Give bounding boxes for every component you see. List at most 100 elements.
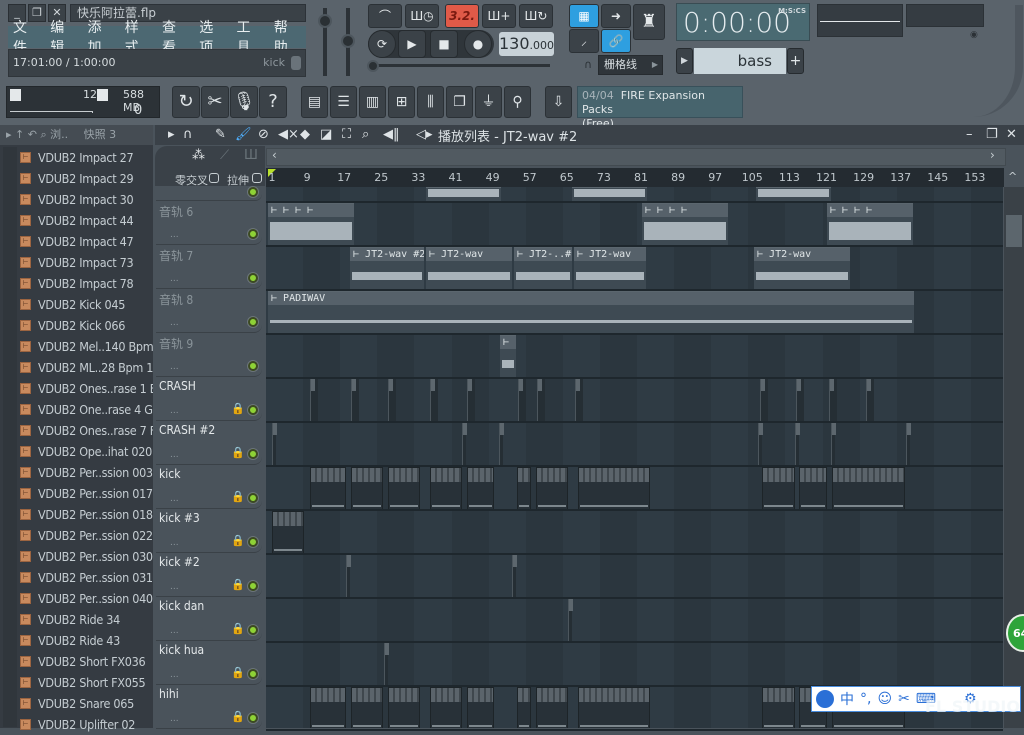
horizontal-scrollbar[interactable] <box>266 148 1006 166</box>
stop-button[interactable]: ■ <box>430 30 458 58</box>
news-panel[interactable]: 04/04 FIRE Expansion Packs (Free) <box>577 86 743 130</box>
track-enable-led[interactable] <box>248 669 258 679</box>
scroll-up-button[interactable]: ^ <box>1008 170 1017 183</box>
track-menu-icon[interactable]: ... <box>170 450 179 460</box>
lock-icon[interactable]: 🔒 <box>231 710 245 723</box>
track-header[interactable]: 音轨 8... <box>156 290 262 333</box>
magnet-icon[interactable]: ∩ <box>183 127 193 142</box>
undo-button[interactable]: ↻ <box>172 86 200 118</box>
track-header[interactable]: kick hua... 🔒 <box>156 642 262 685</box>
audio-clip[interactable]: ⊢ JT2-wav #2 <box>350 247 424 290</box>
pattern-clip[interactable] <box>578 687 650 728</box>
pattern-clip[interactable] <box>575 379 583 422</box>
browser-item[interactable]: ⊢ VDUB2 Per..ssion 040 <box>20 588 153 609</box>
ime-avatar-icon[interactable] <box>816 690 834 708</box>
pattern-clip[interactable] <box>795 423 800 466</box>
stretch-checkbox[interactable] <box>252 173 262 183</box>
scroll-corner-button[interactable] <box>1006 147 1024 166</box>
track-menu-icon[interactable]: ... <box>170 362 179 372</box>
vertical-scroll-thumb[interactable] <box>1006 215 1022 247</box>
browser-item[interactable]: ⊢ VDUB2 Per..ssion 017 <box>20 483 153 504</box>
pattern-clip[interactable] <box>467 687 494 728</box>
link-button[interactable]: 🔗 <box>601 29 631 53</box>
pattern-clip[interactable] <box>832 467 905 510</box>
browser-item[interactable]: ⊢ VDUB2 Snare 065 <box>20 693 153 714</box>
pattern-clip[interactable] <box>351 687 383 728</box>
ime-emoji-icon[interactable]: ☺ <box>877 691 892 707</box>
audio-clip[interactable]: ⊢ JT2-wav <box>426 247 512 290</box>
help-button[interactable]: ? <box>259 86 287 118</box>
browser-item[interactable]: ⊢ VDUB2 Ride 43 <box>20 630 153 651</box>
pattern-clip[interactable] <box>762 687 795 728</box>
audio-clip[interactable]: ⊢ JT2-wav <box>754 247 850 290</box>
delete-icon[interactable]: ⊘ <box>258 127 269 142</box>
track-header[interactable]: kick... 🔒 <box>156 466 262 509</box>
pattern-clip[interactable] <box>310 687 346 728</box>
mute-icon[interactable]: ◀× <box>278 127 299 142</box>
audio-clip[interactable] <box>572 187 647 201</box>
browser-item[interactable]: ⊢ VDUB2 Per..ssion 003 <box>20 462 153 483</box>
track-enable-led[interactable] <box>248 493 258 503</box>
lock-icon[interactable]: 🔒 <box>231 666 245 679</box>
pattern-clip[interactable] <box>462 423 467 466</box>
loop-record-button[interactable]: Ш↻ <box>519 4 553 28</box>
pattern-clip[interactable] <box>310 467 346 510</box>
footswitch-button[interactable]: ⸝ <box>569 29 599 53</box>
browser-item[interactable]: ⊢ VDUB2 Per..ssion 030 <box>20 546 153 567</box>
browser-item[interactable]: ⊢ VDUB2 Ope..ihat 020 <box>20 441 153 462</box>
pattern-clip[interactable] <box>829 379 837 422</box>
track-enable-led[interactable] <box>248 361 258 371</box>
track-menu-icon[interactable]: ... <box>170 494 179 504</box>
browser-item[interactable]: ⊢ VDUB2 Short FX055 <box>20 672 153 693</box>
pattern-clip[interactable] <box>388 379 396 422</box>
pattern-clip[interactable] <box>762 467 795 510</box>
track-header[interactable]: 音轨 9... <box>156 334 262 377</box>
track-menu-icon[interactable]: ... <box>170 714 179 724</box>
pattern-name[interactable]: bass <box>694 48 786 74</box>
audio-clip[interactable] <box>756 187 831 201</box>
pattern-clip[interactable] <box>272 511 304 554</box>
audio-clip[interactable]: ⊢ ⊢ ⊢ ⊢ <box>827 203 913 246</box>
slip-icon[interactable]: ◆ <box>300 127 310 142</box>
pattern-clip[interactable] <box>351 379 359 422</box>
metronome-button[interactable]: ⌒ <box>368 4 402 28</box>
plugin-database-button[interactable]: ⏚ <box>475 86 502 118</box>
track-menu-icon[interactable]: ... <box>170 626 179 636</box>
browser-item[interactable]: ⊢ VDUB2 Ones..rase 7 F <box>20 420 153 441</box>
pattern-clip[interactable] <box>906 423 911 466</box>
countdown-button[interactable]: 3.2. <box>445 4 479 28</box>
pattern-clip[interactable] <box>512 555 517 598</box>
lock-icon[interactable]: 🔒 <box>231 622 245 635</box>
track-enable-led[interactable] <box>248 713 258 723</box>
lock-icon[interactable]: 🔒 <box>231 402 245 415</box>
track-header[interactable]: kick #2... 🔒 <box>156 554 262 597</box>
knob-icon[interactable] <box>291 56 301 70</box>
piano-roll-button[interactable]: ▥ <box>359 86 386 118</box>
track-enable-led[interactable] <box>248 449 258 459</box>
track-enable-led[interactable] <box>248 187 258 197</box>
track-enable-led[interactable] <box>248 405 258 415</box>
pattern-clip[interactable] <box>467 467 494 510</box>
ime-scissors-icon[interactable]: ✂ <box>898 691 910 707</box>
back-icon[interactable]: ↶ <box>28 128 37 141</box>
pattern-clip[interactable] <box>517 687 531 728</box>
snap-selector[interactable]: 栅格线 ▶ <box>598 55 663 75</box>
track-header[interactable]: kick #3... 🔒 <box>156 510 262 553</box>
browser-item[interactable]: ⊢ VDUB2 Uplifter 02 <box>20 714 153 735</box>
track-enable-led[interactable] <box>248 625 258 635</box>
add-pattern-button[interactable]: + <box>787 48 804 74</box>
track-header[interactable] <box>156 187 262 201</box>
audio-clip[interactable]: ⊢ PADIWAV <box>268 291 914 334</box>
track-menu-icon[interactable]: ... <box>170 274 179 284</box>
browser-item[interactable]: ⊢ VDUB2 Impact 47 <box>20 231 153 252</box>
master-pitch-slider[interactable] <box>341 34 355 48</box>
track-header[interactable]: kick dan... 🔒 <box>156 598 262 641</box>
time-display[interactable]: 0:00:00 M:S:CS <box>676 3 810 41</box>
playlist-window-button[interactable]: ▤ <box>301 86 328 118</box>
browser-item[interactable]: ⊢ VDUB2 Impact 30 <box>20 189 153 210</box>
pattern-clip[interactable] <box>272 423 277 466</box>
pattern-clip[interactable] <box>796 379 804 422</box>
slice-icon[interactable]: ◪ <box>320 127 332 142</box>
pattern-clip[interactable] <box>517 467 531 510</box>
select-icon[interactable]: ⛶ <box>342 127 351 142</box>
